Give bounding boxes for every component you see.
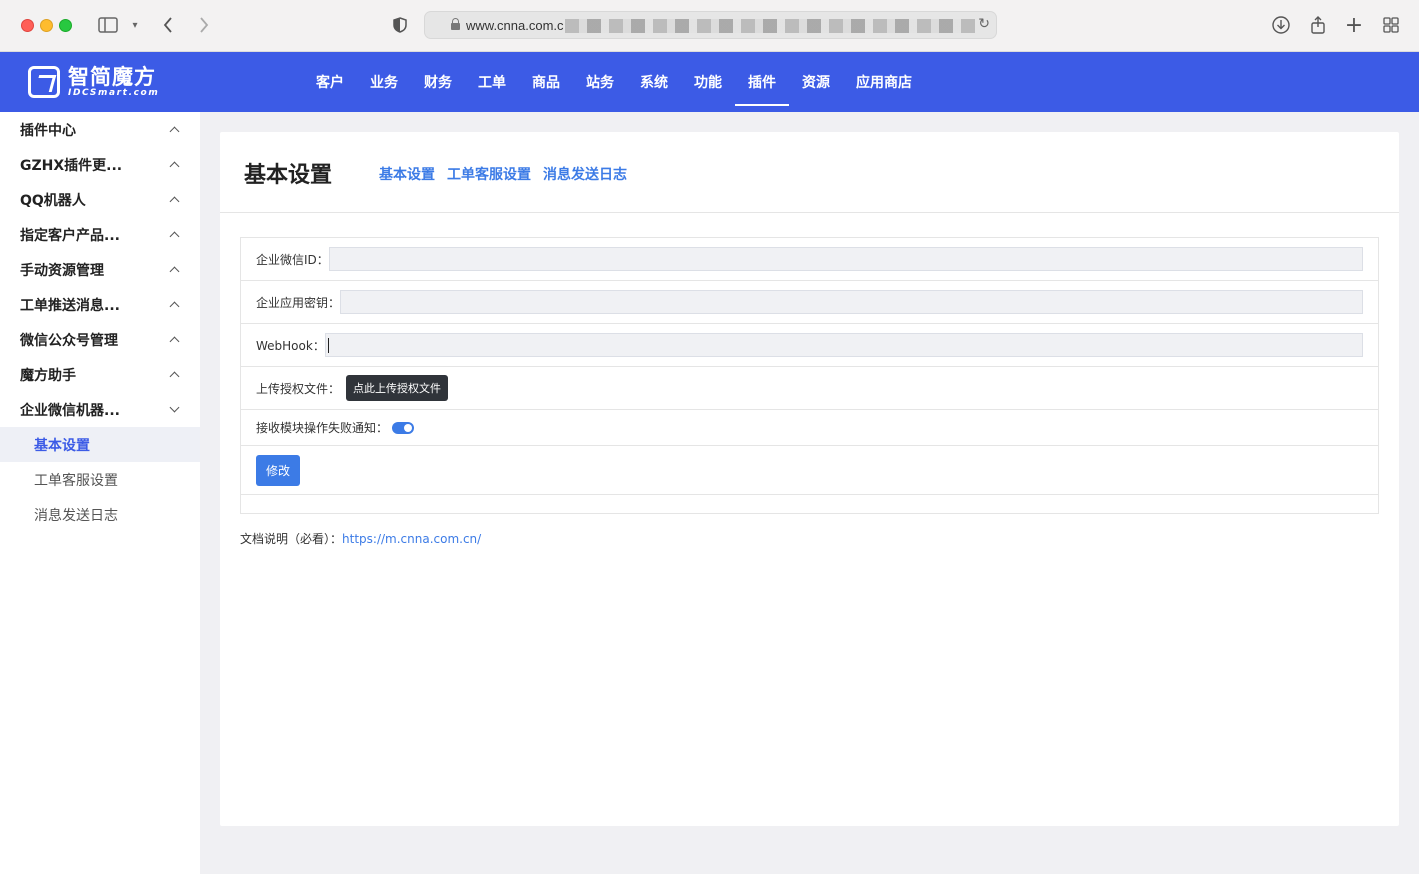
sidebar-group-0[interactable]: 插件中心 — [0, 112, 200, 147]
tab-2[interactable]: 消息发送日志 — [543, 164, 627, 184]
app-secret-label: 企业应用密钥： — [256, 295, 341, 310]
sidebar-group-label: 手动资源管理 — [20, 262, 104, 279]
sidebar-group-label: 插件中心 — [20, 122, 76, 139]
sidebar-group-label: 工单推送消息... — [20, 297, 120, 314]
chevron-up-icon — [169, 371, 180, 382]
toggle-knob — [404, 423, 413, 432]
nav-item-6[interactable]: 系统 — [627, 52, 681, 112]
sidebar-group-label: GZHX插件更... — [20, 157, 123, 174]
sidebar-group-label: 指定客户产品... — [20, 227, 120, 244]
nav-menu: 客户 业务 财务 工单 商品 站务 系统 功能 插件 资源 应用商店 — [303, 52, 925, 112]
doc-label: 文档说明（必看）： — [240, 532, 343, 546]
new-tab-icon[interactable]: + — [1345, 13, 1363, 38]
nav-item-4[interactable]: 商品 — [519, 52, 573, 112]
webhook-row: WebHook： — [241, 324, 1378, 367]
logo[interactable]: 智简魔方 IDCSmart.com — [28, 64, 159, 100]
tab-bar: 基本设置 工单客服设置 消息发送日志 — [379, 164, 627, 184]
tab-1[interactable]: 工单客服设置 — [447, 164, 531, 184]
chevron-up-icon — [169, 336, 180, 347]
chevron-up-icon — [169, 301, 180, 312]
notify-toggle[interactable] — [392, 421, 415, 434]
nav-item-7[interactable]: 功能 — [681, 52, 735, 112]
logo-name: 智简魔方 — [68, 65, 156, 89]
nav-item-9[interactable]: 资源 — [789, 52, 843, 112]
sidebar-group-6[interactable]: 微信公众号管理 — [0, 322, 200, 357]
nav-item-8[interactable]: 插件 — [735, 52, 789, 112]
content-card: 基本设置 基本设置 工单客服设置 消息发送日志 企业微信ID： 企业应用密钥： We… — [220, 132, 1399, 826]
webhook-label: WebHook： — [256, 338, 325, 353]
tab-0[interactable]: 基本设置 — [379, 164, 435, 184]
logo-domain: IDCSmart.com — [68, 88, 160, 98]
sidebar-group-label: QQ机器人 — [20, 192, 86, 209]
reload-icon[interactable]: ↻ — [978, 16, 990, 32]
tab-overview-icon[interactable] — [1382, 14, 1400, 36]
sidebar-group-label: 魔方助手 — [20, 367, 76, 384]
browser-toolbar: ▾ www.cnna.com.c ↻ + — [0, 0, 1419, 52]
nav-item-10[interactable]: 应用商店 — [843, 52, 925, 112]
nav-item-1[interactable]: 业务 — [357, 52, 411, 112]
webhook-input[interactable] — [324, 333, 1363, 357]
chevron-up-icon — [169, 196, 180, 207]
notify-label: 接收模块操作失败通知： — [256, 421, 389, 435]
url-text: www.cnna.com.c — [466, 18, 564, 33]
sidebar-subitem-1[interactable]: 工单客服设置 — [0, 462, 200, 497]
sidebar-toggle-icon[interactable] — [97, 14, 119, 36]
sidebar-group-2[interactable]: QQ机器人 — [0, 182, 200, 217]
app-secret-input[interactable] — [340, 290, 1363, 314]
zoom-window-button[interactable] — [59, 19, 72, 32]
text-caret — [327, 338, 329, 353]
card-header: 基本设置 基本设置 工单客服设置 消息发送日志 — [220, 132, 1399, 213]
logo-icon — [28, 66, 60, 98]
chevron-down-icon — [169, 402, 180, 413]
app-secret-row: 企业应用密钥： — [241, 281, 1378, 324]
chevron-up-icon — [169, 126, 180, 137]
sidebar: 插件中心 GZHX插件更... QQ机器人指定客户产品... 手动资源管理 工单推送消息… — [0, 112, 200, 874]
minimize-window-button[interactable] — [40, 19, 53, 32]
chevron-up-icon — [169, 266, 180, 277]
sidebar-group-label: 微信公众号管理 — [20, 332, 118, 349]
chevron-down-icon[interactable]: ▾ — [128, 14, 142, 36]
top-nav: 智简魔方 IDCSmart.com 客户 业务 财务 工单 商品 站务 系统 功能 插件 资源 应用… — [0, 52, 1419, 112]
sidebar-group-label: 企业微信机器... — [20, 402, 120, 419]
close-window-button[interactable] — [21, 19, 34, 32]
nav-item-3[interactable]: 工单 — [465, 52, 519, 112]
redacted-url — [565, 19, 975, 33]
shield-icon[interactable] — [391, 14, 409, 36]
doc-note: 文档说明（必看）：https://m.cnna.com.cn/ — [240, 530, 481, 547]
address-bar[interactable]: www.cnna.com.c ↻ — [424, 11, 997, 39]
submit-button[interactable]: 修改 — [256, 454, 301, 486]
doc-link[interactable]: https://m.cnna.com.cn/ — [342, 532, 481, 546]
sidebar-group-8[interactable]: 企业微信机器... — [0, 392, 200, 427]
nav-item-2[interactable]: 财务 — [411, 52, 465, 112]
sidebar-group-5[interactable]: 工单推送消息... — [0, 287, 200, 322]
upload-button[interactable]: 点此上传授权文件 — [346, 375, 449, 401]
notify-row: 接收模块操作失败通知： — [241, 410, 1378, 446]
corp-id-label: 企业微信ID： — [256, 252, 329, 267]
upload-label: 上传授权文件： — [256, 381, 341, 396]
sidebar-subitem-2[interactable]: 消息发送日志 — [0, 497, 200, 532]
sidebar-group-7[interactable]: 魔方助手 — [0, 357, 200, 392]
sidebar-group-4[interactable]: 手动资源管理 — [0, 252, 200, 287]
download-icon[interactable] — [1271, 14, 1291, 36]
chevron-up-icon — [169, 161, 180, 172]
upload-row: 上传授权文件： 点此上传授权文件 — [241, 367, 1378, 410]
forward-icon[interactable] — [196, 14, 212, 36]
sidebar-subitem-0[interactable]: 基本设置 — [0, 427, 200, 462]
settings-form: 企业微信ID： 企业应用密钥： WebHook： 上传授权文件： 点此上传授权文… — [240, 237, 1379, 514]
corp-id-row: 企业微信ID： — [241, 238, 1378, 281]
share-icon[interactable] — [1309, 14, 1327, 36]
corp-id-input[interactable] — [328, 247, 1363, 271]
sidebar-group-3[interactable]: 指定客户产品... — [0, 217, 200, 252]
lock-icon — [451, 18, 460, 30]
nav-item-0[interactable]: 客户 — [303, 52, 357, 112]
chevron-up-icon — [169, 231, 180, 242]
page-title: 基本设置 — [244, 163, 333, 188]
nav-item-5[interactable]: 站务 — [573, 52, 627, 112]
sidebar-group-1[interactable]: GZHX插件更... — [0, 147, 200, 182]
back-icon[interactable] — [160, 14, 176, 36]
submit-row: 修改 — [241, 446, 1378, 495]
